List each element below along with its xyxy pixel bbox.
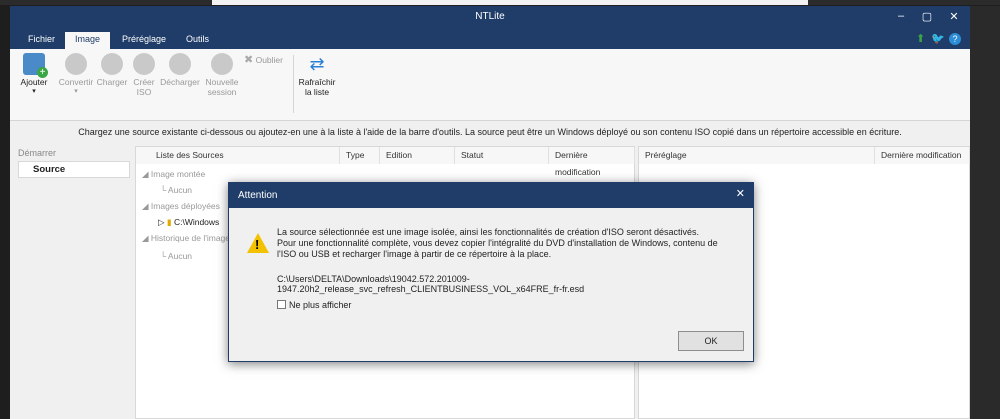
refresh-icon: ⇄ bbox=[309, 54, 325, 74]
left-panel: Démarrer Source bbox=[10, 146, 132, 419]
message-line: l'ISO ou USB et recharger l'image à part… bbox=[277, 249, 552, 259]
ajouter-label: Ajouter bbox=[20, 77, 48, 87]
convert-icon bbox=[65, 53, 87, 75]
plus-icon: + bbox=[37, 67, 48, 78]
ribbon-separator bbox=[293, 55, 294, 113]
sidebar-item-source[interactable]: Source bbox=[18, 161, 130, 178]
chevron-down-icon: ▾ bbox=[74, 88, 78, 95]
tree-label: C:\Windows bbox=[173, 217, 220, 227]
host-top-strip bbox=[0, 0, 1000, 5]
source-path: C:\Users\DELTA\Downloads\19042.572.20100… bbox=[277, 274, 585, 294]
chevron-down-icon: ▾ bbox=[32, 88, 36, 95]
tree-label: Historique de l'image bbox=[150, 233, 231, 243]
ajouter-button[interactable]: + Ajouter ▾ bbox=[14, 53, 54, 97]
col-prereglage[interactable]: Préréglage bbox=[639, 147, 875, 164]
col-edition[interactable]: Edition bbox=[380, 147, 455, 164]
disc-icon bbox=[133, 53, 155, 75]
charger-label: Charger bbox=[96, 77, 128, 87]
convertir-label: Convertir bbox=[58, 77, 94, 87]
message-line: Pour une fonctionnalité complète, vous d… bbox=[277, 238, 718, 248]
ribbon: + Ajouter ▾ Convertir ▾ Charger Créer IS… bbox=[10, 49, 970, 121]
dialog-title: Attention bbox=[229, 183, 753, 208]
nouvelle-session-button[interactable]: Nouvelle session bbox=[202, 53, 242, 97]
close-button[interactable]: ✕ bbox=[947, 10, 961, 23]
decharger-button[interactable]: Décharger bbox=[160, 53, 200, 87]
tree-node-windows[interactable]: ▷ ▮ C:\Windows bbox=[158, 217, 219, 228]
col-statut[interactable]: Statut bbox=[455, 147, 549, 164]
col-derniere-modification[interactable]: Dernière modification bbox=[549, 147, 635, 177]
checkbox-label: Ne plus afficher bbox=[289, 300, 352, 310]
title-bar: NTLite – ▢ ✕ bbox=[10, 6, 970, 30]
tree-label: Images déployées bbox=[150, 201, 220, 211]
session-icon bbox=[211, 53, 233, 75]
dialog-message: La source sélectionnée est une image iso… bbox=[277, 227, 737, 260]
update-arrow-icon[interactable]: ⬆ bbox=[916, 32, 925, 45]
info-bar: Chargez une source existante ci-dessous … bbox=[78, 127, 902, 137]
checkbox-box[interactable] bbox=[277, 300, 286, 309]
twitter-icon[interactable]: 🐦 bbox=[931, 32, 945, 45]
ribbon-tabs: Fichier Image Préréglage Outils ⬆ 🐦 ? bbox=[10, 30, 970, 49]
tab-fichier[interactable]: Fichier bbox=[28, 34, 55, 44]
tree-node-historique[interactable]: ◢ Historique de l'image bbox=[142, 233, 230, 244]
attention-dialog: Attention ✕ ! La source sélectionnée est… bbox=[228, 182, 754, 362]
window-title: NTLite bbox=[475, 11, 505, 22]
unload-icon bbox=[169, 53, 191, 75]
tab-image[interactable]: Image bbox=[65, 32, 111, 49]
charger-button[interactable]: Charger bbox=[95, 53, 129, 87]
tree-node-image-montee[interactable]: ◢ Image montée bbox=[142, 169, 205, 180]
collapse-icon: ◢ bbox=[142, 201, 151, 211]
tree-leaf-aucun: └ Aucun bbox=[160, 251, 192, 261]
col-liste-sources[interactable]: Liste des Sources bbox=[136, 147, 340, 164]
rafraichir-label: Rafraîchir la liste bbox=[298, 77, 336, 97]
rafraichir-button[interactable]: ⇄ Rafraîchir la liste bbox=[295, 53, 339, 97]
help-icon[interactable]: ? bbox=[949, 33, 961, 45]
oublier-label: Oublier bbox=[255, 55, 283, 65]
tree-label: Aucun bbox=[167, 251, 193, 261]
message-line: La source sélectionnée est une image iso… bbox=[277, 227, 699, 237]
tree-label: Image montée bbox=[150, 169, 206, 179]
load-icon bbox=[101, 53, 123, 75]
start-header: Démarrer bbox=[18, 148, 57, 158]
folder-icon: ▮ bbox=[166, 217, 174, 227]
convertir-button[interactable]: Convertir ▾ bbox=[56, 53, 96, 97]
col-derniere-modification[interactable]: Dernière modification bbox=[875, 147, 970, 164]
tree-node-images-deployees[interactable]: ◢ Images déployées bbox=[142, 201, 220, 212]
collapse-icon: ◢ bbox=[142, 169, 151, 179]
ok-button[interactable]: OK bbox=[678, 331, 744, 351]
maximize-button[interactable]: ▢ bbox=[920, 10, 934, 23]
dialog-close-button[interactable]: ✕ bbox=[736, 187, 745, 200]
collapse-icon: ◢ bbox=[142, 233, 151, 243]
tree-line-icon: └ bbox=[160, 185, 168, 195]
tree-leaf-aucun: └ Aucun bbox=[160, 185, 192, 195]
tree-label: Aucun bbox=[167, 185, 193, 195]
dont-show-checkbox[interactable]: Ne plus afficher bbox=[277, 300, 351, 310]
tab-prereglage[interactable]: Préréglage bbox=[122, 34, 166, 44]
creer-iso-button[interactable]: Créer ISO bbox=[130, 53, 158, 97]
decharger-label: Décharger bbox=[160, 77, 200, 87]
oublier-button[interactable]: ✖ Oublier bbox=[244, 54, 288, 66]
col-type[interactable]: Type bbox=[340, 147, 380, 164]
add-source-icon: + bbox=[23, 53, 48, 78]
creer-iso-label: Créer ISO bbox=[133, 77, 155, 97]
x-icon: ✖ bbox=[244, 54, 254, 66]
nouvelle-session-label: Nouvelle session bbox=[205, 77, 239, 97]
tab-outils[interactable]: Outils bbox=[186, 34, 209, 44]
minimize-button[interactable]: – bbox=[894, 10, 908, 22]
warning-mark: ! bbox=[255, 237, 260, 252]
host-background bbox=[970, 6, 1000, 419]
tree-line-icon: └ bbox=[160, 251, 168, 261]
host-window-edge bbox=[212, 0, 808, 5]
expand-icon: ▷ bbox=[158, 217, 167, 227]
